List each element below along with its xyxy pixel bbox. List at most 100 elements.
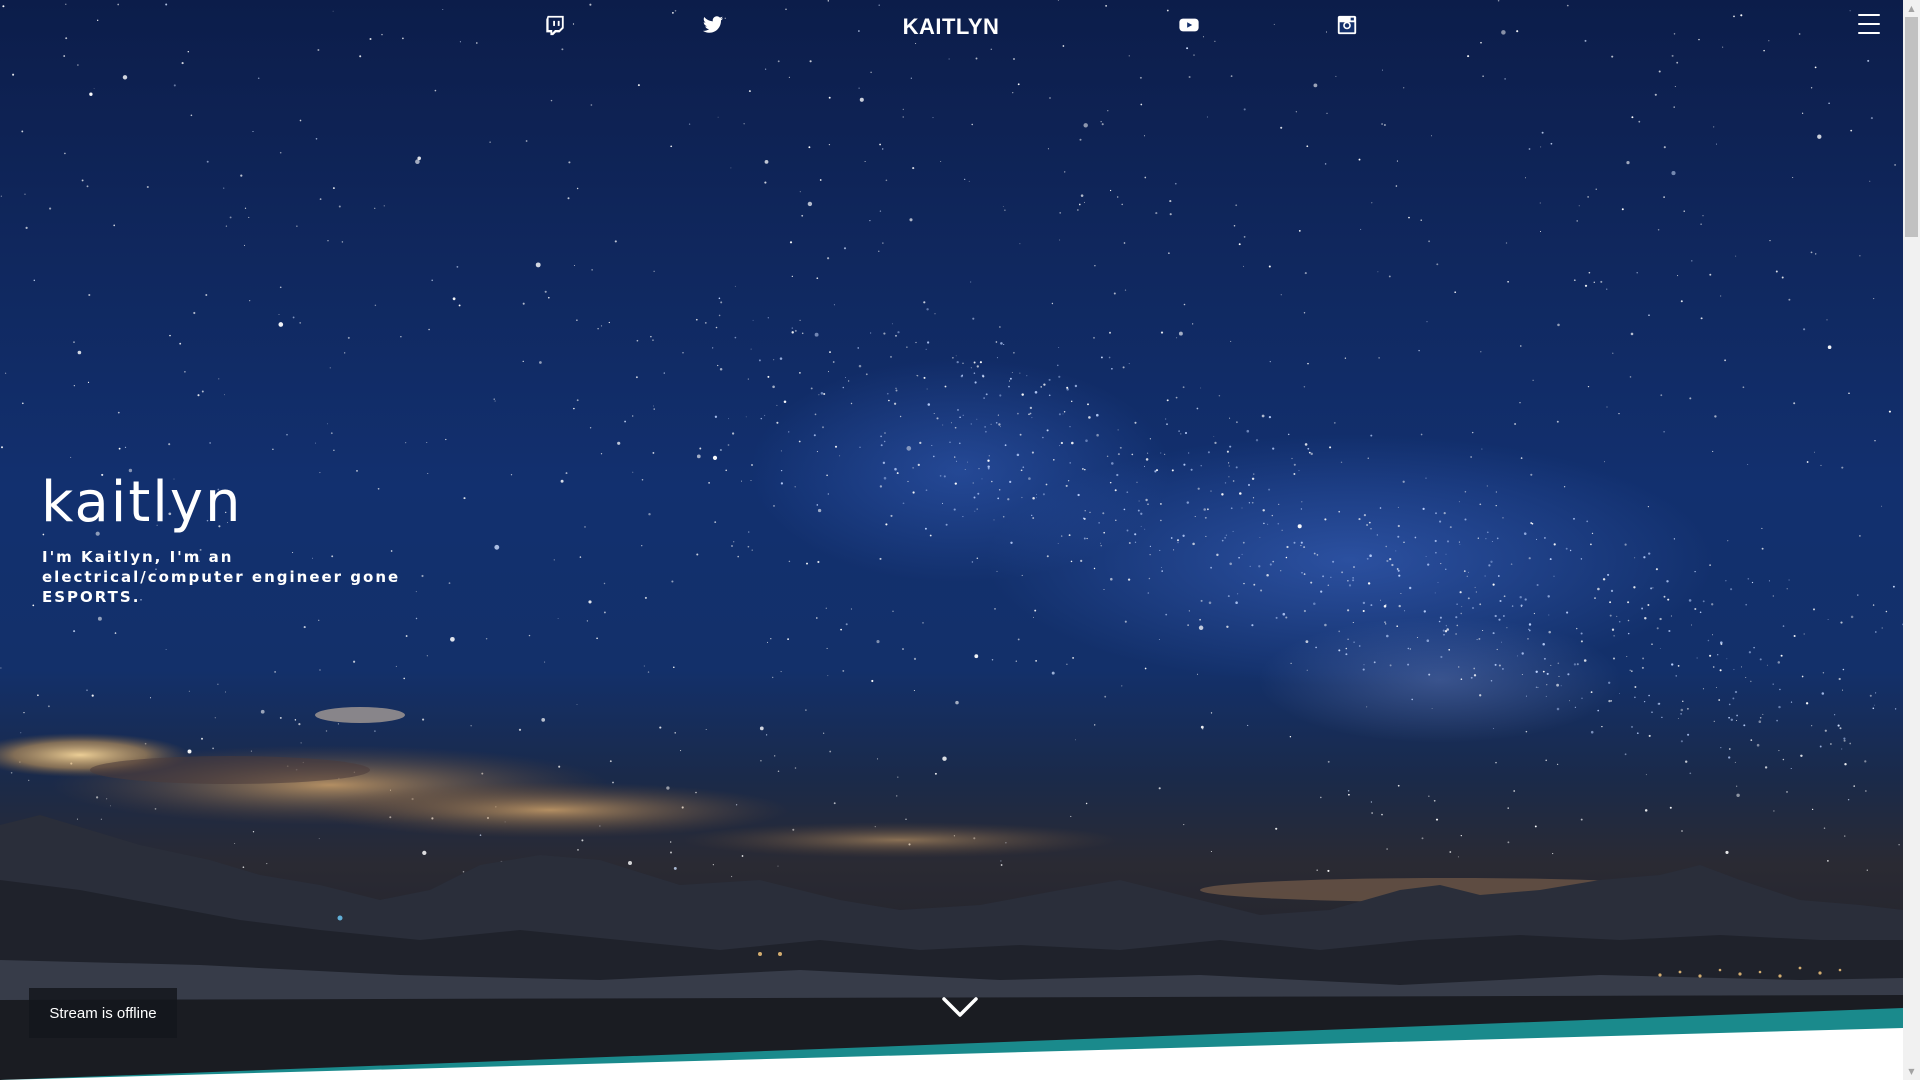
star bbox=[1100, 356, 1103, 359]
star bbox=[945, 523, 948, 526]
star bbox=[1275, 616, 1278, 619]
twitter-icon bbox=[702, 16, 724, 33]
star bbox=[448, 582, 451, 584]
star bbox=[589, 427, 592, 429]
star bbox=[1560, 685, 1562, 687]
vertical-scrollbar[interactable]: ▲ ▼ bbox=[1903, 0, 1920, 1080]
star bbox=[1065, 484, 1068, 487]
star bbox=[344, 352, 346, 354]
star bbox=[934, 313, 936, 315]
star bbox=[1611, 628, 1615, 631]
star bbox=[1709, 273, 1712, 276]
star bbox=[1383, 124, 1386, 126]
star bbox=[970, 423, 973, 425]
star bbox=[971, 561, 974, 563]
star bbox=[776, 404, 778, 406]
youtube-link[interactable] bbox=[1177, 13, 1201, 37]
twitter-link[interactable] bbox=[701, 13, 725, 37]
star bbox=[1079, 138, 1082, 141]
star bbox=[205, 294, 208, 296]
star bbox=[278, 322, 284, 327]
star bbox=[1449, 526, 1452, 529]
star bbox=[1546, 672, 1549, 675]
stream-status-badge[interactable]: Stream is offline bbox=[29, 988, 177, 1038]
star bbox=[1085, 439, 1088, 442]
star bbox=[1207, 451, 1210, 454]
instagram-link[interactable] bbox=[1335, 13, 1359, 37]
star bbox=[1486, 531, 1489, 534]
star bbox=[217, 683, 219, 685]
star bbox=[573, 264, 576, 267]
star bbox=[1051, 671, 1055, 675]
menu-bar bbox=[1858, 32, 1880, 34]
star bbox=[1305, 640, 1309, 644]
hero-section bbox=[0, 0, 1903, 1080]
star bbox=[485, 637, 488, 640]
star bbox=[1107, 110, 1109, 112]
star bbox=[943, 475, 946, 478]
star bbox=[1683, 210, 1685, 212]
scroll-down-arrow-icon[interactable]: ▼ bbox=[1903, 1063, 1920, 1080]
star bbox=[1668, 629, 1671, 633]
star bbox=[1160, 331, 1164, 334]
star bbox=[858, 364, 862, 368]
star bbox=[948, 58, 950, 60]
star bbox=[315, 138, 318, 140]
star bbox=[1004, 444, 1007, 447]
star bbox=[1263, 522, 1265, 525]
star bbox=[1472, 607, 1474, 609]
star bbox=[1380, 599, 1382, 601]
star bbox=[1573, 663, 1577, 666]
star bbox=[1106, 455, 1109, 458]
star bbox=[1707, 639, 1710, 642]
star bbox=[1352, 621, 1354, 624]
star bbox=[596, 637, 598, 640]
star bbox=[614, 240, 617, 243]
star bbox=[1476, 639, 1478, 641]
star bbox=[1467, 571, 1469, 573]
star bbox=[168, 443, 171, 446]
star bbox=[906, 346, 908, 348]
star bbox=[699, 447, 702, 450]
instagram-icon bbox=[1337, 15, 1357, 35]
star bbox=[77, 64, 79, 66]
star bbox=[1674, 86, 1676, 88]
twitch-link[interactable] bbox=[543, 13, 567, 37]
star bbox=[826, 647, 828, 649]
hamburger-menu-icon[interactable] bbox=[1858, 12, 1880, 36]
star bbox=[1083, 537, 1086, 540]
star bbox=[568, 161, 571, 164]
star bbox=[1810, 251, 1813, 254]
star bbox=[1426, 639, 1430, 642]
star bbox=[431, 279, 434, 282]
scroll-down-button[interactable] bbox=[941, 994, 979, 1020]
star bbox=[834, 445, 838, 448]
star bbox=[747, 531, 750, 533]
star bbox=[1046, 429, 1049, 432]
star bbox=[883, 332, 886, 335]
star bbox=[1021, 574, 1023, 576]
star bbox=[456, 265, 459, 268]
site-brand[interactable]: KAITLYN bbox=[880, 14, 1022, 40]
star bbox=[1499, 599, 1502, 603]
star bbox=[997, 414, 999, 416]
scroll-up-arrow-icon[interactable]: ▲ bbox=[1903, 0, 1920, 17]
star bbox=[671, 580, 674, 583]
star bbox=[1089, 511, 1091, 514]
star bbox=[1456, 624, 1459, 627]
star bbox=[1192, 542, 1195, 546]
scrollbar-thumb[interactable] bbox=[1905, 17, 1918, 237]
star bbox=[1347, 579, 1349, 582]
star bbox=[714, 521, 717, 523]
star bbox=[1580, 640, 1583, 643]
star bbox=[923, 301, 926, 304]
star bbox=[941, 502, 944, 504]
star bbox=[1241, 507, 1243, 509]
star bbox=[25, 226, 28, 229]
star bbox=[1293, 463, 1296, 466]
star bbox=[1261, 414, 1265, 418]
star bbox=[567, 197, 570, 200]
star bbox=[1591, 532, 1594, 535]
star bbox=[1817, 134, 1822, 139]
star bbox=[1461, 606, 1463, 608]
